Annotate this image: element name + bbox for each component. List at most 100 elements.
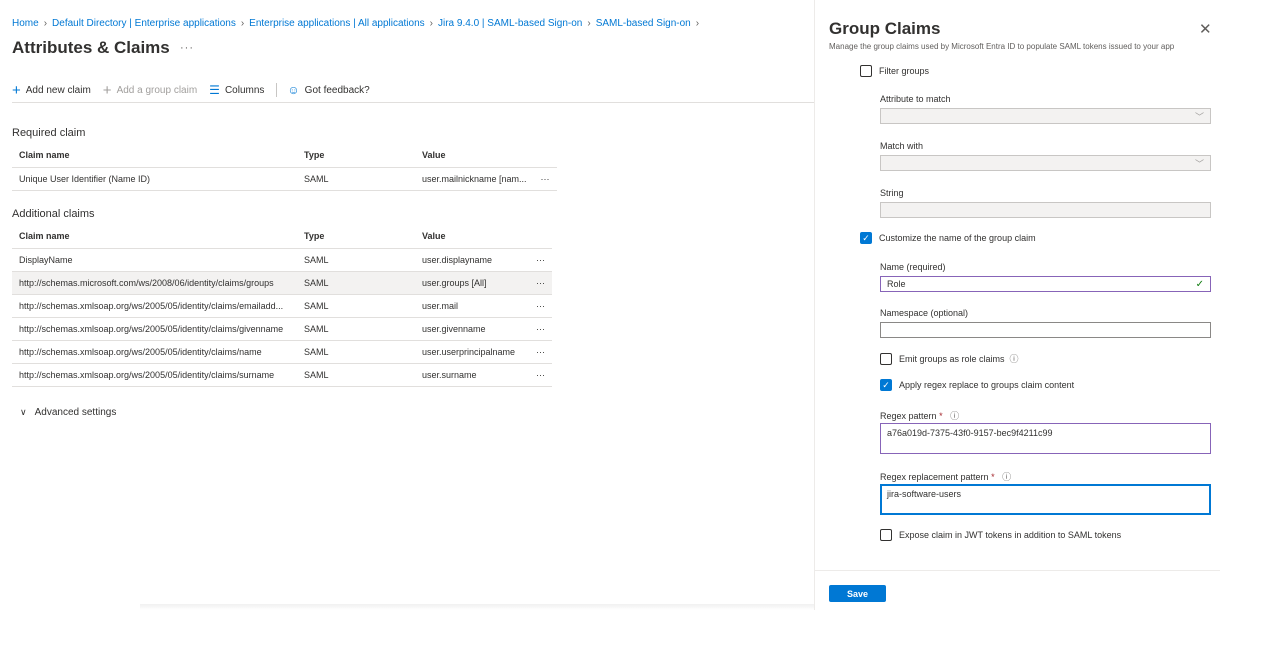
- row-more-icon[interactable]: ···: [529, 294, 552, 318]
- advanced-settings-label: Advanced settings: [34, 407, 117, 418]
- column-header-type[interactable]: Type: [297, 225, 415, 249]
- toolbar-divider-line: [12, 102, 814, 103]
- claim-type-cell: SAML: [297, 167, 415, 191]
- breadcrumb-enterprise-apps[interactable]: Default Directory | Enterprise applicati…: [52, 18, 236, 29]
- required-star: *: [939, 411, 943, 421]
- filter-groups-label: Filter groups: [879, 66, 930, 76]
- attribute-to-match-dropdown[interactable]: ﹀: [880, 108, 1211, 124]
- panel-footer-divider: [815, 570, 1220, 571]
- claim-name-cell[interactable]: http://schemas.microsoft.com/ws/2008/06/…: [12, 271, 297, 295]
- row-more-icon[interactable]: ···: [529, 340, 552, 364]
- column-header-value[interactable]: Value: [415, 144, 534, 168]
- breadcrumb-jira-sso[interactable]: Jira 9.4.0 | SAML-based Sign-on: [438, 18, 582, 29]
- feedback-button[interactable]: ☺ Got feedback?: [287, 84, 369, 96]
- add-new-claim-label: Add new claim: [25, 84, 91, 96]
- filter-groups-checkbox-row[interactable]: Filter groups: [860, 65, 929, 77]
- table-row[interactable]: DisplayName SAML user.displayname ···: [12, 248, 552, 272]
- regex-replacement-input[interactable]: jira-software-users: [880, 484, 1211, 515]
- regex-replacement-label-text: Regex replacement pattern: [880, 472, 989, 482]
- row-more-icon[interactable]: ···: [529, 363, 552, 387]
- emit-role-label: Emit groups as role claims: [899, 353, 1005, 364]
- column-header-actions: [529, 225, 552, 249]
- table-header-row: Claim name Type Value: [12, 225, 552, 249]
- claim-type-cell: SAML: [297, 317, 415, 341]
- panel-subtitle: Manage the group claims used by Microsof…: [829, 42, 1175, 51]
- apply-regex-checkbox-row[interactable]: ✓ Apply regex replace to groups claim co…: [880, 379, 1074, 391]
- expose-jwt-checkbox[interactable]: [880, 529, 892, 541]
- add-group-claim-button[interactable]: + Add a group claim: [103, 83, 197, 98]
- string-input[interactable]: [880, 202, 1211, 218]
- claim-name-cell[interactable]: http://schemas.xmlsoap.org/ws/2005/05/id…: [12, 363, 297, 387]
- claim-type-cell: SAML: [297, 340, 415, 364]
- claim-value-cell: user.groups [All]: [415, 271, 529, 295]
- add-group-claim-label: Add a group claim: [116, 84, 198, 96]
- customize-name-label: Customize the name of the group claim: [879, 233, 1036, 243]
- column-header-claim-name[interactable]: Claim name: [12, 144, 297, 168]
- row-more-icon[interactable]: ···: [529, 317, 552, 341]
- columns-label: Columns: [224, 84, 265, 96]
- table-row[interactable]: http://schemas.microsoft.com/ws/2008/06/…: [12, 271, 552, 295]
- checkmark-icon: ✓: [1195, 279, 1204, 290]
- info-icon[interactable]: ⓘ: [1002, 472, 1011, 482]
- save-button[interactable]: Save: [829, 585, 886, 602]
- feedback-icon: ☺: [287, 83, 300, 97]
- claim-value-cell: user.mail: [415, 294, 529, 318]
- claim-name-cell[interactable]: http://schemas.xmlsoap.org/ws/2005/05/id…: [12, 294, 297, 318]
- claim-name-cell[interactable]: DisplayName: [12, 248, 297, 272]
- breadcrumb-home[interactable]: Home: [12, 18, 39, 29]
- plus-icon: +: [102, 81, 112, 99]
- customize-name-checkbox-row[interactable]: ✓ Customize the name of the group claim: [860, 232, 1036, 244]
- page-title: Attributes & Claims: [12, 38, 170, 57]
- regex-pattern-label-text: Regex pattern: [880, 411, 937, 421]
- add-new-claim-button[interactable]: + Add new claim: [12, 83, 91, 98]
- feedback-label: Got feedback?: [304, 84, 370, 96]
- panel-title: Group Claims: [829, 19, 941, 38]
- info-icon[interactable]: ⓘ: [950, 411, 959, 421]
- namespace-label: Namespace (optional): [880, 308, 969, 318]
- table-row[interactable]: http://schemas.xmlsoap.org/ws/2005/05/id…: [12, 340, 552, 364]
- column-header-value[interactable]: Value: [415, 225, 529, 249]
- additional-claims-table: Claim name Type Value DisplayName SAML u…: [12, 225, 552, 387]
- namespace-input[interactable]: [880, 322, 1211, 338]
- columns-button[interactable]: ☰ Columns: [209, 84, 264, 96]
- close-icon[interactable]: ✕: [1199, 20, 1212, 38]
- column-header-actions: [533, 144, 557, 168]
- table-header-row: Claim name Type Value: [12, 144, 557, 168]
- claim-name-cell[interactable]: http://schemas.xmlsoap.org/ws/2005/05/id…: [12, 340, 297, 364]
- group-claims-panel: Group Claims ✕ Manage the group claims u…: [814, 0, 1262, 610]
- info-icon[interactable]: ⓘ: [1010, 352, 1019, 365]
- chevron-down-icon: ﹀: [1194, 159, 1204, 169]
- apply-regex-checkbox[interactable]: ✓: [880, 379, 892, 391]
- emit-role-checkbox[interactable]: [880, 352, 892, 365]
- regex-pattern-input[interactable]: a76a019d-7375-43f0-9157-bec9f4211c99: [880, 423, 1211, 454]
- match-with-label: Match with: [880, 141, 924, 151]
- emit-role-checkbox-row[interactable]: Emit groups as role claims ⓘ: [880, 352, 1019, 365]
- match-with-dropdown[interactable]: ﹀: [880, 155, 1211, 171]
- required-star: *: [991, 472, 995, 482]
- more-options-icon[interactable]: ···: [180, 42, 194, 54]
- name-input[interactable]: Role ✓: [880, 276, 1211, 292]
- filter-groups-checkbox[interactable]: [860, 65, 872, 77]
- attribute-to-match-label: Attribute to match: [880, 94, 951, 104]
- column-header-type[interactable]: Type: [297, 144, 415, 168]
- column-header-claim-name[interactable]: Claim name: [12, 225, 297, 249]
- claim-name-cell[interactable]: http://schemas.xmlsoap.org/ws/2005/05/id…: [12, 317, 297, 341]
- table-row[interactable]: http://schemas.xmlsoap.org/ws/2005/05/id…: [12, 317, 552, 341]
- string-label: String: [880, 188, 904, 198]
- row-more-icon[interactable]: ···: [533, 167, 557, 191]
- name-required-label: Name (required): [880, 262, 946, 272]
- row-more-icon[interactable]: ···: [529, 248, 552, 272]
- breadcrumb-saml-sso[interactable]: SAML-based Sign-on: [596, 18, 691, 29]
- chevron-down-icon: ﹀: [1194, 112, 1204, 122]
- advanced-settings-toggle[interactable]: ∨ Advanced settings: [20, 407, 116, 418]
- breadcrumb: Home › Default Directory | Enterprise appl…: [12, 18, 704, 29]
- claim-name-cell[interactable]: Unique User Identifier (Name ID): [12, 167, 297, 191]
- table-row[interactable]: Unique User Identifier (Name ID) SAML us…: [12, 167, 557, 191]
- customize-name-checkbox[interactable]: ✓: [860, 232, 872, 244]
- row-more-icon[interactable]: ···: [529, 271, 552, 295]
- table-row[interactable]: http://schemas.xmlsoap.org/ws/2005/05/id…: [12, 294, 552, 318]
- breadcrumb-all-apps[interactable]: Enterprise applications | All applicatio…: [249, 18, 424, 29]
- table-row[interactable]: http://schemas.xmlsoap.org/ws/2005/05/id…: [12, 363, 552, 387]
- additional-claims-title: Additional claims: [12, 208, 95, 220]
- expose-jwt-checkbox-row[interactable]: Expose claim in JWT tokens in addition t…: [880, 529, 1121, 541]
